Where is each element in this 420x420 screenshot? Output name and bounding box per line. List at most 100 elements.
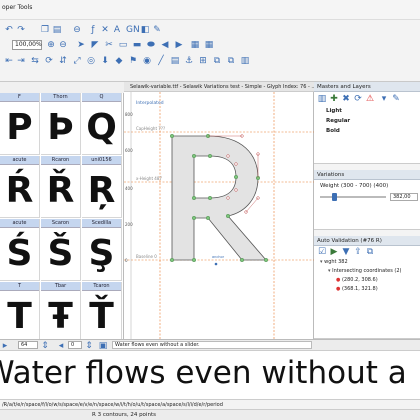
glyph-cell-char: Ť: [89, 296, 114, 337]
filter-icon[interactable]: ▼: [341, 247, 351, 257]
validation-item[interactable]: ● (368.1, 321.8): [336, 286, 378, 292]
table-icon[interactable]: ▤: [170, 56, 180, 66]
add-master-icon[interactable]: ▥: [317, 94, 327, 104]
glyph-cell-name: F: [0, 93, 39, 102]
anchor-icon[interactable]: ⚓: [184, 56, 194, 66]
master-item[interactable]: Bold: [326, 128, 340, 134]
contour-icon[interactable]: ◉: [142, 56, 152, 66]
validation-item[interactable]: ▾ Intersecting coordinates (2): [328, 268, 402, 274]
transform-icon[interactable]: ⤢: [72, 56, 82, 66]
glyph-cell-char: Ś: [6, 233, 33, 274]
link-icon[interactable]: ⊖: [72, 25, 82, 35]
copy-list-icon[interactable]: ⧉: [365, 247, 375, 257]
glyph-cell[interactable]: TT: [0, 282, 40, 339]
flip-icon[interactable]: ⇆: [30, 56, 40, 66]
copy-icon[interactable]: ❐: [40, 25, 50, 35]
mirror-icon[interactable]: ⇵: [58, 56, 68, 66]
glyph-cell[interactable]: acute Ś: [0, 219, 40, 281]
line-icon[interactable]: ╱: [156, 56, 166, 66]
axis-value-field[interactable]: 382,00: [390, 193, 418, 201]
interpolated-label: Interpolated: [136, 100, 164, 106]
zoom-out-icon[interactable]: ⊖: [58, 40, 68, 50]
preview-toolbar: ▸ 64 ⇕ ◂ 0 ⇕ ▣ Water flows even without …: [0, 339, 420, 351]
paste-icon[interactable]: ▤: [52, 25, 62, 35]
down-icon[interactable]: ⬇: [100, 56, 110, 66]
glyph-path-bar[interactable]: /R/a/t/e/r/space/f/l/o/w/s/space/e/v/e/n…: [0, 399, 420, 409]
master-item[interactable]: Regular: [326, 118, 350, 124]
glyph-cell-name: Scaron: [41, 219, 80, 228]
dropdown-icon[interactable]: ▾: [379, 94, 389, 104]
swatch-icon[interactable]: ◧: [140, 25, 150, 35]
gn-icon[interactable]: GN: [126, 25, 140, 35]
glyph-cell[interactable]: Tbar Ŧ: [41, 282, 81, 339]
rotate-icon[interactable]: ⟳: [44, 56, 54, 66]
glyph-cell[interactable]: Thorn Þ: [41, 93, 81, 155]
grid-icon[interactable]: ▦: [204, 40, 214, 50]
glyph-cell[interactable]: uni0156 Ŗ: [82, 156, 122, 218]
glyph-cell-char: Ŧ: [48, 296, 73, 337]
node-icon[interactable]: ◆: [114, 56, 124, 66]
zoom-in-icon[interactable]: ⊕: [46, 40, 56, 50]
variations-panel: Weight (300 - 700) (400) 382,00: [314, 180, 420, 230]
axis-slider-thumb[interactable]: [332, 193, 338, 201]
glyph-cell-char: P: [6, 107, 33, 148]
validation-item[interactable]: ▾ wght 382: [320, 259, 348, 265]
glyph-outline: [171, 135, 267, 261]
chart-icon[interactable]: ▥: [240, 56, 250, 66]
font-size-field[interactable]: 64: [18, 341, 38, 349]
glyph-cell[interactable]: Rcaron Ř: [41, 156, 81, 218]
back-icon[interactable]: ◀: [160, 40, 170, 50]
copy-glyph-icon[interactable]: ⧉: [212, 56, 222, 66]
glyph-canvas[interactable]: 800 600 400 200 0 Interpolated CapHeight…: [124, 92, 314, 339]
pointer-icon[interactable]: ➤: [76, 40, 86, 50]
zoom-field[interactable]: 100,00%: [12, 40, 42, 50]
unit-field[interactable]: 0: [68, 341, 82, 349]
validation-panel: ☑ ▶ ▼ ⇪ ⧉ ▾ wght 382 ▾ Intersecting coord…: [314, 246, 420, 339]
check-icon[interactable]: ☑: [317, 247, 327, 257]
glyph-cell[interactable]: QQ: [82, 93, 122, 155]
glyph-cell-char: Ŗ: [87, 170, 116, 211]
flag-icon[interactable]: ⚑: [128, 56, 138, 66]
axis-slider-track[interactable]: [320, 193, 386, 201]
forward-icon[interactable]: ▶: [174, 40, 184, 50]
sync-icon[interactable]: ⟳: [353, 94, 363, 104]
a-icon[interactable]: A: [112, 25, 122, 35]
align-right-icon[interactable]: ⇥: [16, 56, 26, 66]
component-icon[interactable]: ⊞: [198, 56, 208, 66]
glyph-edit-view[interactable]: Selawik-variable.ttf - Selawik Variation…: [124, 82, 314, 339]
redo-icon[interactable]: ↷: [16, 25, 26, 35]
rect-icon[interactable]: ▭: [118, 40, 128, 50]
glyph-cell[interactable]: Tcaron Ť: [82, 282, 122, 339]
pen-icon[interactable]: ✎: [391, 94, 401, 104]
select-icon[interactable]: ◤: [90, 40, 100, 50]
glyph-cell-name: uni0156: [82, 156, 121, 165]
knife-icon[interactable]: ✂: [104, 40, 114, 50]
metrics-icon[interactable]: ▦: [190, 40, 200, 50]
add-layer-icon[interactable]: ✚: [329, 94, 339, 104]
validation-item[interactable]: ● (280.2, 308.6): [336, 277, 378, 283]
marker-icon[interactable]: ✎: [152, 25, 162, 35]
align-left-icon[interactable]: ⇤: [4, 56, 14, 66]
status-bar: R 3 contours, 24 points: [0, 409, 420, 420]
round-icon[interactable]: ◎: [86, 56, 96, 66]
glyph-cell-name: Thorn: [41, 93, 80, 102]
paste-glyph-icon[interactable]: ⧉: [226, 56, 236, 66]
master-item[interactable]: Light: [326, 108, 342, 114]
glyph-cell[interactable]: Scaron Š: [41, 219, 81, 281]
x-icon[interactable]: ✕: [100, 25, 110, 35]
preview-string-field[interactable]: Water flows even without a slider.: [112, 341, 312, 349]
menu-tools[interactable]: oper Tools: [2, 4, 32, 11]
ellipse-icon[interactable]: ⬬: [146, 40, 156, 50]
alert-icon[interactable]: ⚠: [365, 94, 375, 104]
glyph-cell[interactable]: acute Ŕ: [0, 156, 40, 218]
glyph-cell[interactable]: FP: [0, 93, 40, 155]
undo-icon[interactable]: ↶: [4, 25, 14, 35]
baseline-label: Baseline 0: [136, 254, 157, 259]
glyph-cell[interactable]: Scedilla Ş: [82, 219, 122, 281]
function-icon[interactable]: ƒ: [88, 25, 98, 35]
text-preview[interactable]: Water flows even without a: [0, 350, 420, 399]
export-icon[interactable]: ⇪: [353, 247, 363, 257]
remove-layer-icon[interactable]: ✖: [341, 94, 351, 104]
run-icon[interactable]: ▶: [329, 247, 339, 257]
shape-icon[interactable]: ▬: [132, 40, 142, 50]
